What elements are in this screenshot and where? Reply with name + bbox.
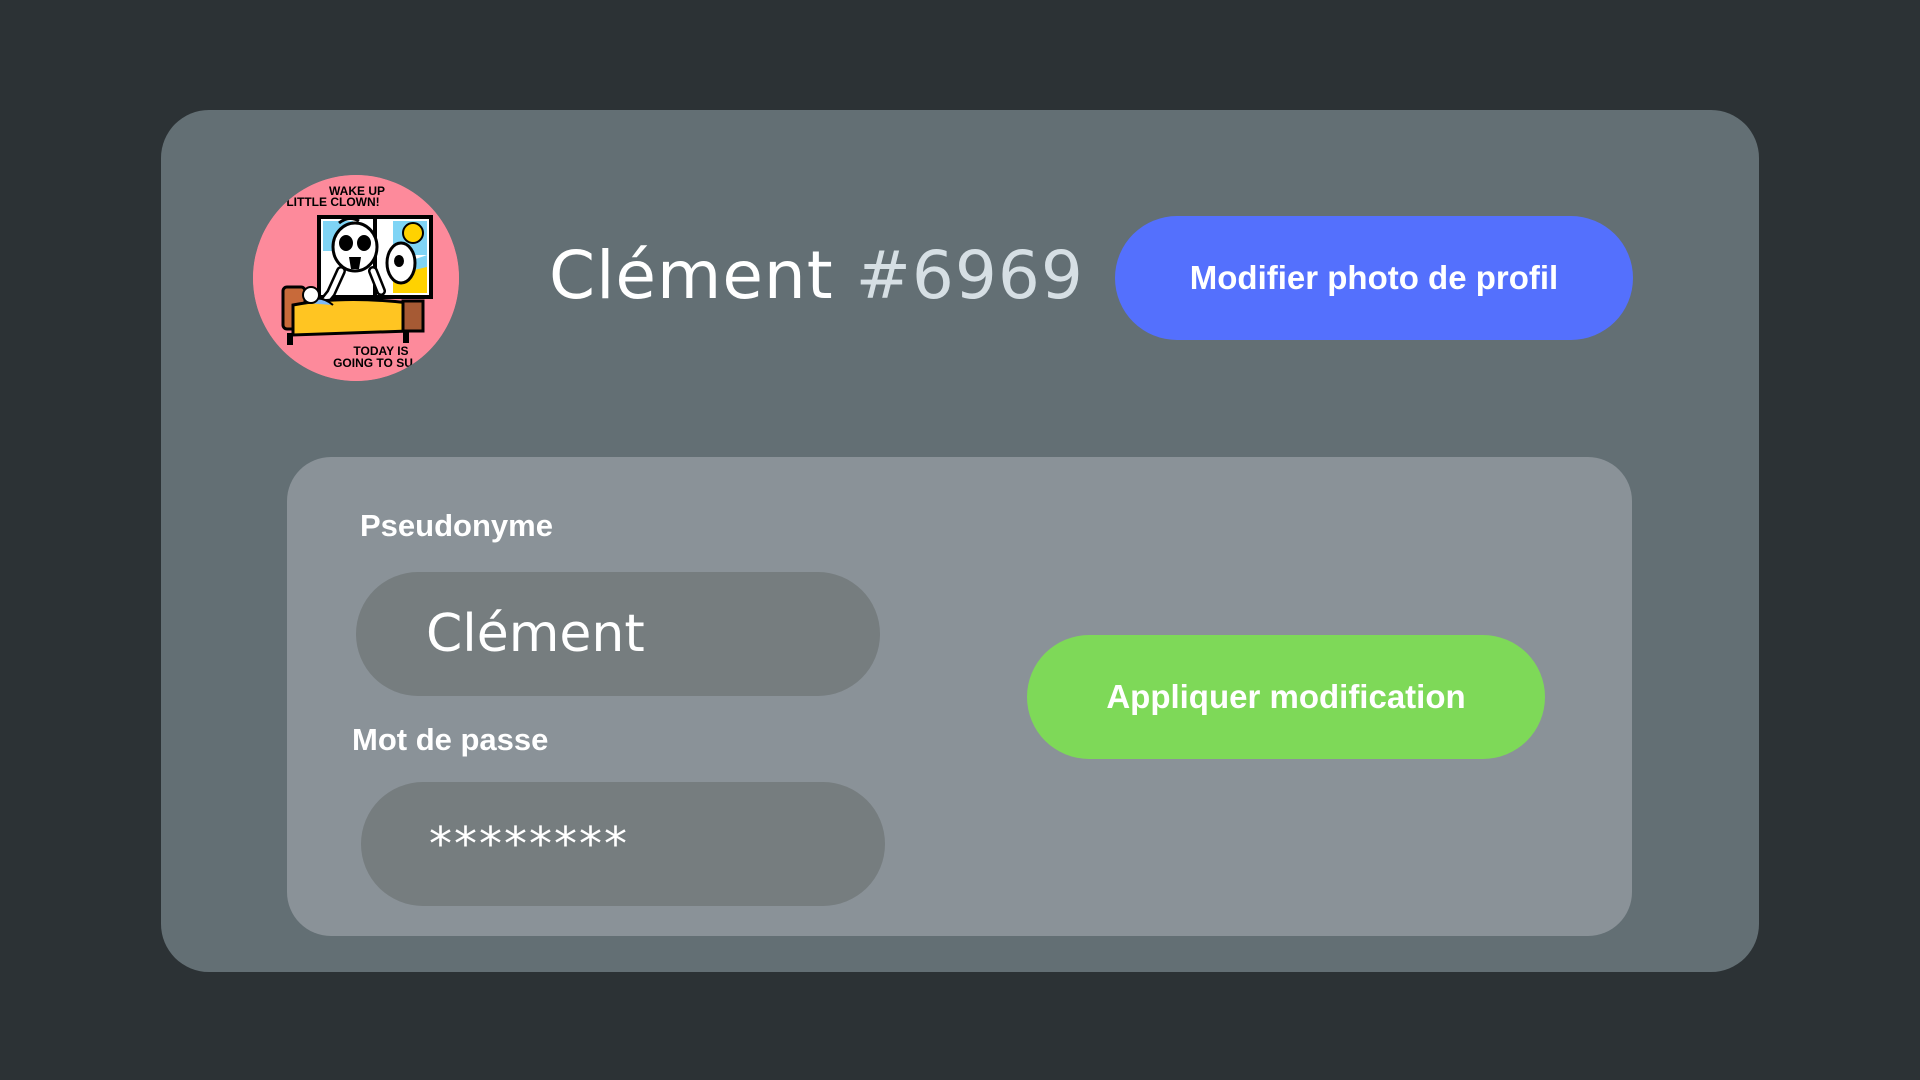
password-label: Mot de passe <box>352 722 549 757</box>
avatar-illustration-icon: WAKE UP LITTLE CLOWN! TODAY IS GOING TO … <box>253 175 459 381</box>
username-field[interactable] <box>356 572 880 696</box>
profile-name: Clément <box>549 237 834 314</box>
avatar-lettering: LITTLE CLOWN! <box>286 195 379 209</box>
password-field[interactable] <box>361 782 885 906</box>
apply-changes-button[interactable]: Appliquer modification <box>1027 635 1545 759</box>
change-profile-photo-button[interactable]: Modifier photo de profil <box>1115 216 1633 340</box>
avatar-lettering: GOING TO SU <box>333 356 413 370</box>
profile-tag: #6969 <box>855 237 1084 314</box>
profile-name-heading: Clément #6969 <box>549 238 1084 314</box>
profile-avatar[interactable]: WAKE UP LITTLE CLOWN! TODAY IS GOING TO … <box>253 175 459 381</box>
username-label: Pseudonyme <box>360 508 553 543</box>
